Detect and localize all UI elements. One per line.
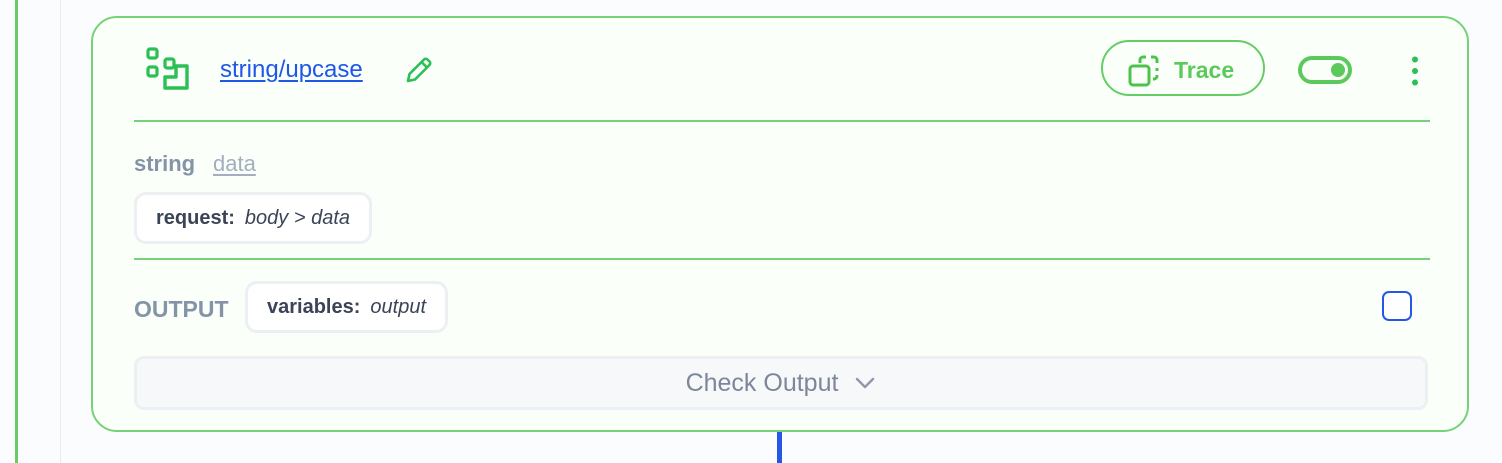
module-link[interactable]: string/upcase: [220, 56, 363, 84]
output-target-pill[interactable]: variables: output: [245, 281, 448, 333]
page: string/upcase Trace string data request:…: [0, 0, 1502, 463]
output-target-key: variables:: [267, 295, 361, 318]
chevron-down-icon: [856, 377, 875, 389]
param-name: string: [134, 151, 196, 176]
module-steps-icon: [146, 47, 189, 90]
enable-toggle[interactable]: [1298, 56, 1352, 84]
param-type-link[interactable]: data: [213, 151, 256, 177]
flow-rail-guide: [60, 0, 61, 463]
copy-dashed-icon: [1128, 55, 1159, 87]
check-output-button[interactable]: Check Output: [134, 356, 1428, 410]
output-checkbox[interactable]: [1382, 291, 1412, 321]
pencil-icon[interactable]: [403, 54, 435, 86]
toggle-knob: [1331, 63, 1345, 77]
input-source-pill[interactable]: request: body > data: [134, 192, 372, 244]
input-divider: [134, 258, 1430, 260]
check-output-label: Check Output: [685, 368, 839, 397]
kebab-menu-icon[interactable]: [1403, 56, 1427, 86]
flow-connector: [777, 432, 782, 463]
module-card-header: string/upcase Trace: [93, 18, 1467, 122]
header-divider: [134, 120, 1430, 122]
trace-label: Trace: [1174, 57, 1235, 83]
output-label: OUTPUT: [134, 296, 229, 322]
input-source-value: body > data: [244, 206, 350, 229]
trace-button[interactable]: Trace: [1101, 40, 1265, 96]
output-target-value: output: [370, 295, 426, 318]
module-card: string/upcase Trace string data request:…: [91, 16, 1469, 432]
flow-rail: [15, 0, 18, 463]
input-source-key: request:: [156, 206, 235, 229]
